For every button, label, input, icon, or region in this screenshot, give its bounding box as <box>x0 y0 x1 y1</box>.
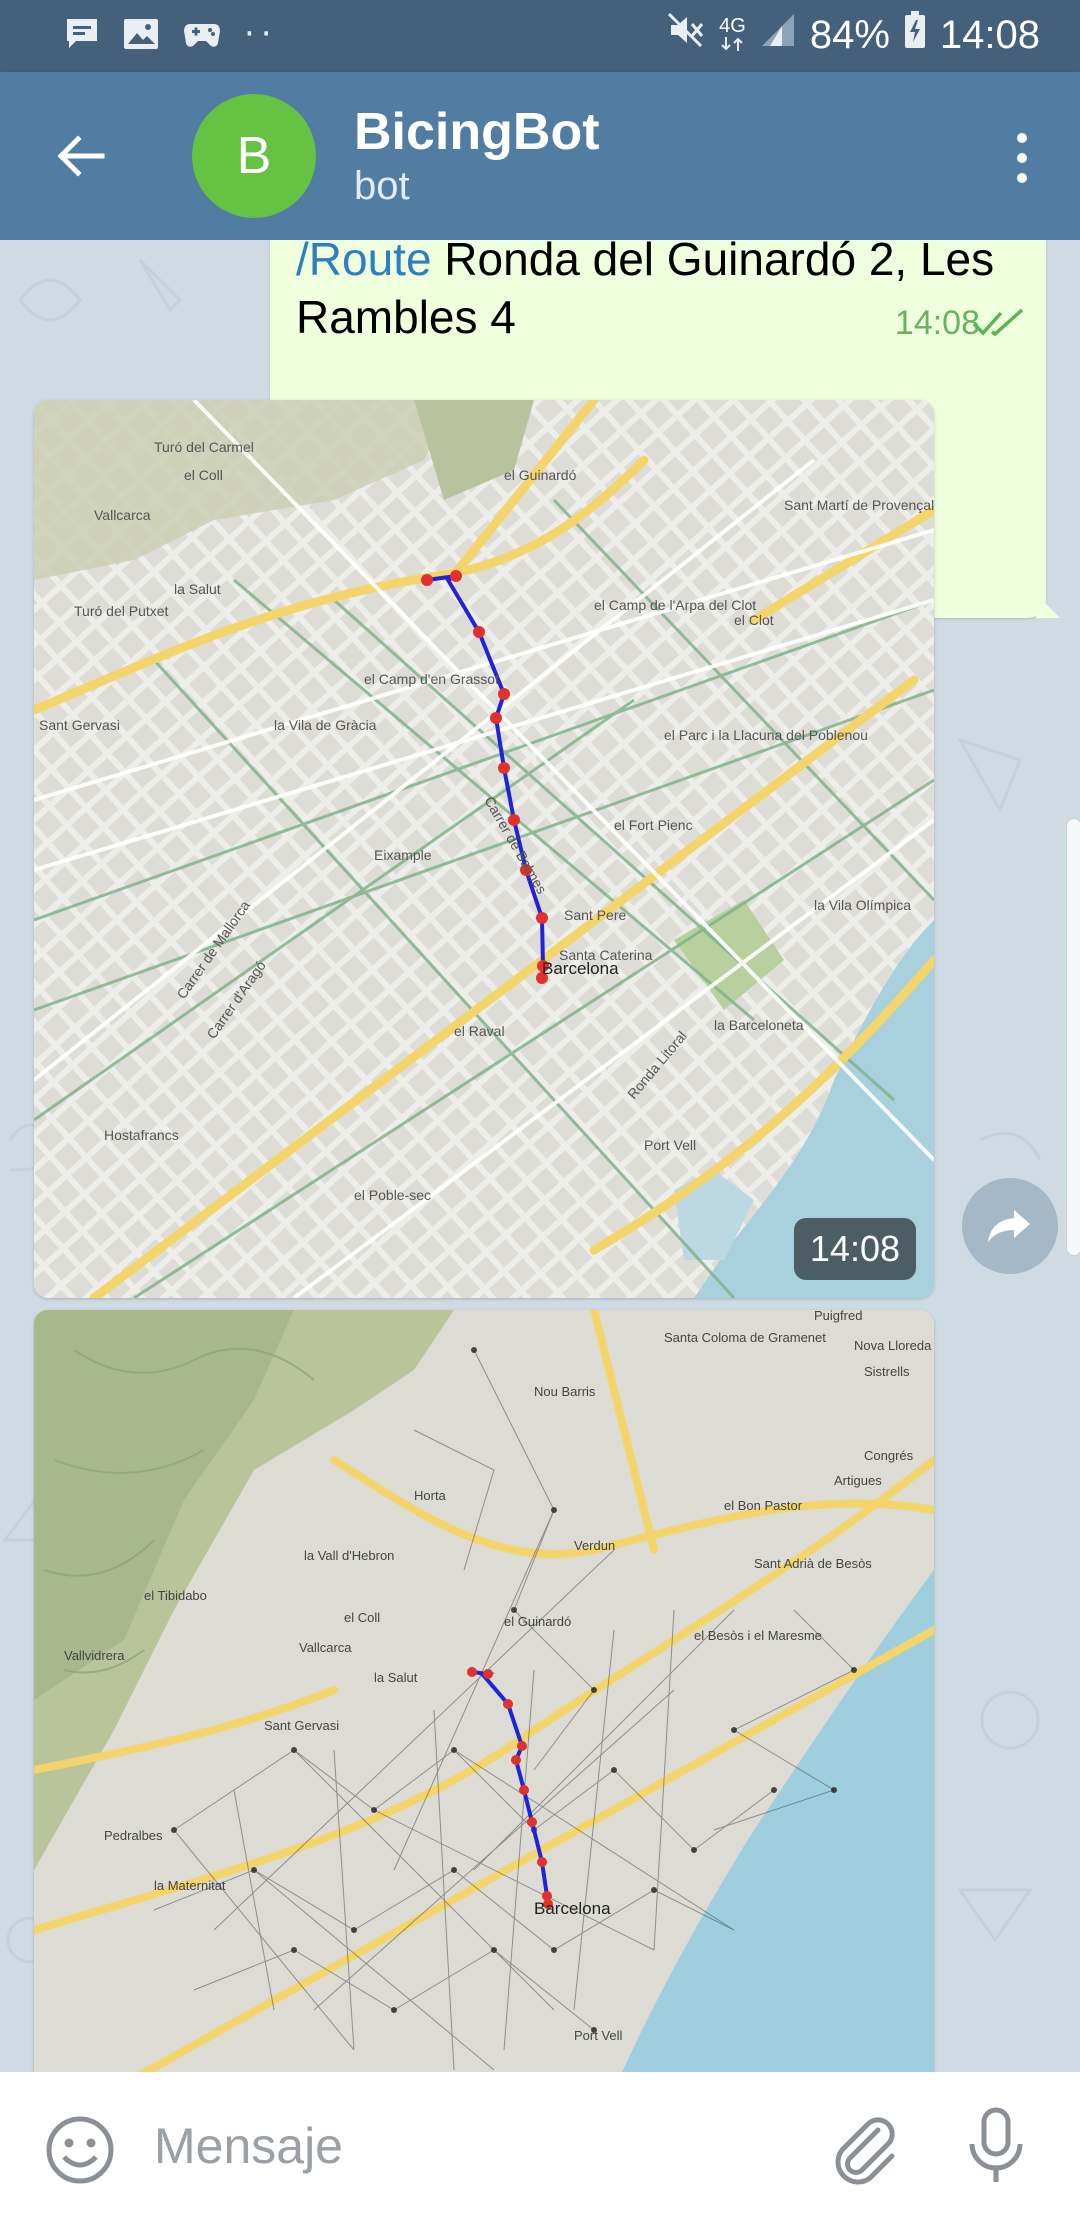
bubble-tail <box>1036 594 1060 618</box>
map-label: Sant Martí de Provençals <box>784 497 934 513</box>
map-label: el Parc i la Llacuna del Poblenou <box>664 727 868 743</box>
map-label: Hostafrancs <box>104 1127 179 1143</box>
map-label: la Maternitat <box>154 1878 226 1893</box>
map-label: Nou Barris <box>534 1384 596 1399</box>
map-label: la Vila de Gràcia <box>274 717 377 733</box>
map-label: Congrés <box>864 1448 914 1463</box>
map-label: el Besòs i el Maresme <box>694 1628 822 1643</box>
map-label: Horta <box>414 1488 447 1503</box>
map-label: Pedralbes <box>104 1828 163 1843</box>
map-label: Santa Coloma de Gramenet <box>664 1330 826 1345</box>
forward-button[interactable] <box>962 1178 1058 1274</box>
message-icon <box>64 16 100 52</box>
map-label: Turó del Putxet <box>74 603 169 619</box>
map-label: el Guinardó <box>504 1614 571 1629</box>
map-label: el Fort Pienc <box>614 817 693 833</box>
mute-icon <box>665 10 705 60</box>
map-label: la Salut <box>374 1670 418 1685</box>
map-label: Sant Adrià de Besòs <box>754 1556 872 1571</box>
map-label: el Guinardó <box>504 467 577 483</box>
map-label: Sant Gervasi <box>39 717 120 733</box>
map-label: Sant Gervasi <box>264 1718 339 1733</box>
map-label-city: Barcelona <box>534 1899 611 1918</box>
map-label: Sant Pere <box>564 907 626 923</box>
map-label: el Poble-sec <box>354 1187 431 1203</box>
map-label: el Camp d'en Grassot <box>364 671 499 687</box>
map-label: el Coll <box>184 467 223 483</box>
emoji-button[interactable] <box>44 2114 116 2186</box>
map-label: Puigfred <box>814 1310 862 1323</box>
map-label: el Tibidabo <box>144 1588 207 1603</box>
bot-command-link[interactable]: /Route <box>296 240 432 285</box>
route-map-photo[interactable]: el Guinardó Turó del Carmel la Salut Tur… <box>34 400 934 1298</box>
network-label: 4G <box>719 15 746 37</box>
attach-button[interactable] <box>826 2110 902 2186</box>
map-label: el Bon Pastor <box>724 1498 803 1513</box>
map-label: la Salut <box>174 581 221 597</box>
chat-header: B BicingBot bot <box>0 72 1080 240</box>
game-controller-icon <box>182 16 222 52</box>
map-label: Sistrells <box>864 1364 910 1379</box>
map-label: Nova Lloreda <box>854 1338 932 1353</box>
photo-time-badge: 14:08 <box>793 1218 916 1280</box>
map-label: la Barceloneta <box>714 1017 804 1033</box>
double-check-icon <box>972 308 1024 337</box>
map-label: la Vall d'Hebron <box>304 1548 394 1563</box>
message-composer <box>0 2072 1080 2220</box>
status-bar: ·· 4G 84% 14:08 <box>0 0 1080 72</box>
map-label: el Clot <box>734 612 774 628</box>
image-icon <box>122 16 160 52</box>
map-label: Vallcarca <box>94 507 151 523</box>
map-label: Turó del Carmel <box>154 439 254 455</box>
chat-title[interactable]: BicingBot <box>354 102 600 162</box>
map-label: Port Vell <box>574 2028 623 2043</box>
system-status: 4G 84% 14:08 <box>665 10 1040 60</box>
battery-percent: 84% <box>809 12 890 57</box>
map-label-city: Barcelona <box>542 959 619 978</box>
arrow-left-icon <box>57 135 105 177</box>
map-label: Port Vell <box>644 1137 696 1153</box>
route-map-image: el Guinardó Turó del Carmel la Salut Tur… <box>34 400 934 1298</box>
network-map-image: Santa Coloma de Gramenet Puigfred Nova L… <box>34 1310 934 2072</box>
vertical-dots-icon <box>1017 133 1027 183</box>
battery-icon <box>904 11 926 59</box>
message-input[interactable] <box>154 2104 794 2188</box>
network-map-photo[interactable]: Santa Coloma de Gramenet Puigfred Nova L… <box>34 1310 934 2072</box>
map-label: el Camp de l'Arpa del Clot <box>594 597 756 613</box>
network-4g-icon: 4G <box>719 15 746 53</box>
paperclip-icon <box>835 2117 895 2185</box>
clock: 14:08 <box>939 12 1040 57</box>
map-label: Vallvidrera <box>64 1648 125 1663</box>
avatar[interactable]: B <box>192 94 316 218</box>
notification-icons: ·· <box>64 14 278 54</box>
message-time: 14:08 <box>894 304 980 342</box>
forward-arrow-icon <box>988 1210 1030 1242</box>
scrollbar[interactable] <box>1066 818 1080 1256</box>
more-options-button[interactable] <box>1000 130 1044 186</box>
more-notifications-indicator: ·· <box>244 14 278 54</box>
map-label: la Vila Olímpica <box>814 897 911 913</box>
map-label: Artigues <box>834 1473 882 1488</box>
map-label: el Coll <box>344 1610 380 1625</box>
back-button[interactable] <box>52 126 112 186</box>
smiley-icon <box>46 2116 114 2184</box>
map-label: Verdun <box>574 1538 615 1553</box>
map-label: Vallcarca <box>299 1640 352 1655</box>
map-label: el Raval <box>454 1023 505 1039</box>
microphone-icon <box>969 2107 1023 2182</box>
chat-subtitle: bot <box>354 164 410 208</box>
signal-icon <box>760 12 796 58</box>
voice-message-button[interactable] <box>966 2106 1026 2188</box>
chat-area[interactable]: /Route Ronda del Guinardó 2, Les Rambles… <box>0 240 1080 2072</box>
map-label: Eixample <box>374 847 432 863</box>
